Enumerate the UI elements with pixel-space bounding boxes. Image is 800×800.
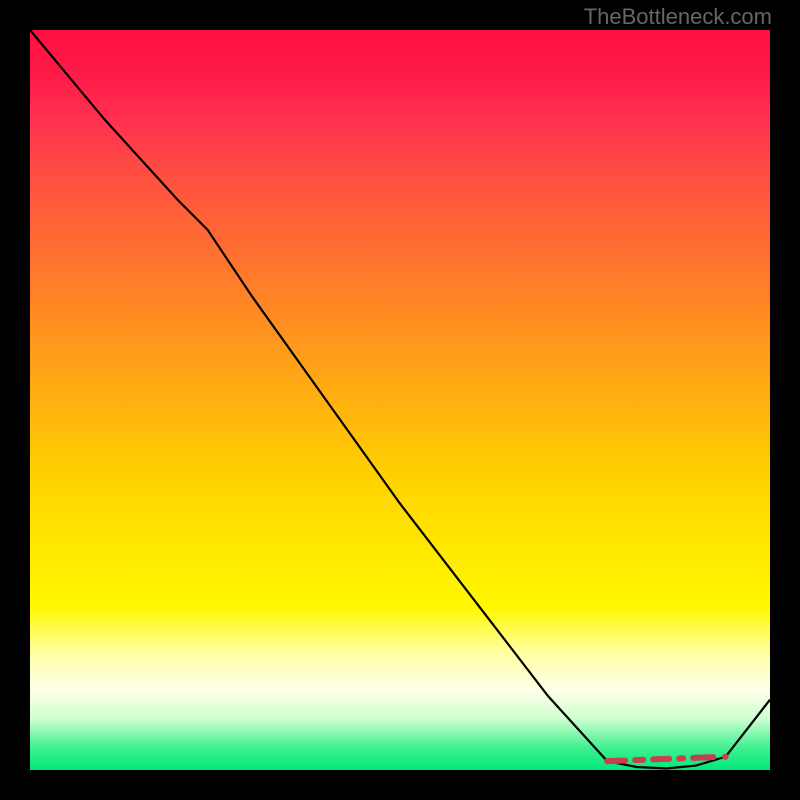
chart-svg bbox=[30, 30, 770, 770]
highlight-dashed-segment bbox=[607, 757, 725, 761]
watermark-text: TheBottleneck.com bbox=[584, 4, 772, 30]
data-line bbox=[30, 30, 770, 769]
chart-plot-area bbox=[30, 30, 770, 770]
